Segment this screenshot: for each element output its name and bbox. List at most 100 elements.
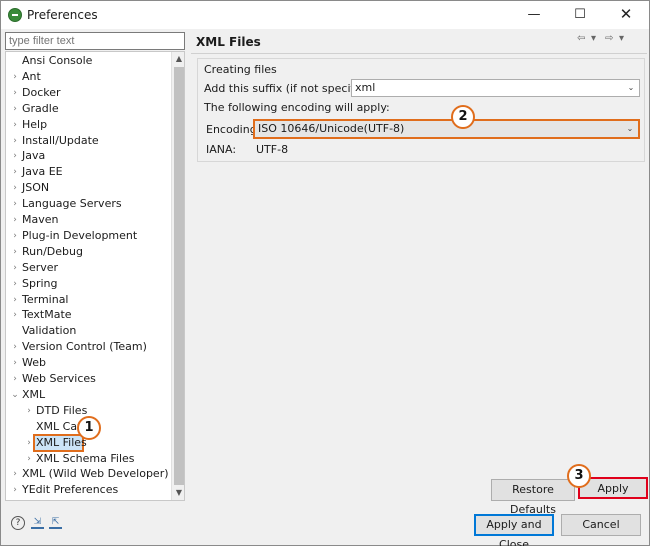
collapsed-chevron-icon[interactable]: › bbox=[10, 276, 20, 292]
scroll-down-arrow-icon[interactable]: ▼ bbox=[172, 486, 184, 500]
tree-item-label: TextMate bbox=[22, 308, 72, 322]
back-arrow-icon[interactable]: ⇦ bbox=[577, 33, 585, 44]
tree-item-label: Gradle bbox=[22, 101, 59, 115]
tree-item[interactable]: › Language Servers bbox=[6, 196, 170, 212]
page-title: XML Files bbox=[196, 35, 261, 49]
collapsed-chevron-icon[interactable]: › bbox=[10, 85, 20, 101]
tree-item[interactable]: › XML Schema Files bbox=[6, 451, 170, 467]
tree-item[interactable]: Validation bbox=[6, 323, 170, 339]
collapsed-chevron-icon[interactable]: › bbox=[10, 133, 20, 149]
apply-and-close-button[interactable]: Apply and Close bbox=[474, 514, 554, 546]
collapsed-chevron-icon[interactable]: › bbox=[10, 164, 20, 180]
tree-item[interactable]: › JSON bbox=[6, 180, 170, 196]
collapsed-chevron-icon[interactable]: › bbox=[10, 292, 20, 308]
tree-scrollbar[interactable]: ▲ ▼ bbox=[171, 52, 184, 500]
collapsed-chevron-icon[interactable]: › bbox=[10, 371, 20, 387]
collapsed-chevron-icon[interactable]: › bbox=[24, 403, 34, 419]
suffix-combo[interactable]: xml ⌄ bbox=[351, 79, 640, 97]
collapsed-chevron-icon[interactable]: › bbox=[10, 466, 20, 482]
iana-value: UTF-8 bbox=[256, 143, 289, 156]
tree-item[interactable]: › Server bbox=[6, 260, 170, 276]
tree-item-label: Maven bbox=[22, 213, 59, 226]
export-icon[interactable]: ⇱ bbox=[49, 517, 62, 529]
collapsed-chevron-icon[interactable]: › bbox=[10, 260, 20, 276]
tree-item[interactable]: › Maven bbox=[6, 212, 170, 228]
encoding-combo[interactable]: ISO 10646/Unicode(UTF-8) ⌄ bbox=[253, 119, 640, 139]
callout-2: 2 bbox=[451, 105, 475, 129]
tree-item[interactable]: › Docker bbox=[6, 85, 170, 101]
group-title: Creating files bbox=[204, 63, 277, 76]
help-icon[interactable]: ? bbox=[11, 516, 25, 530]
collapsed-chevron-icon[interactable]: › bbox=[10, 180, 20, 196]
collapsed-chevron-icon[interactable]: › bbox=[10, 196, 20, 212]
collapsed-chevron-icon[interactable]: › bbox=[10, 148, 20, 164]
tree-item[interactable]: › TextMate bbox=[6, 307, 170, 323]
tree-item-label: JSON bbox=[22, 181, 50, 195]
callout-1: 1 bbox=[77, 416, 101, 440]
collapsed-chevron-icon[interactable]: › bbox=[10, 101, 20, 117]
tree-item[interactable]: › Version Control (Team) bbox=[6, 339, 170, 355]
tree-item-label: Web bbox=[22, 356, 46, 370]
tree-item[interactable]: ⌄ XML bbox=[6, 387, 170, 403]
tree-item[interactable]: › Run/Debug bbox=[6, 244, 170, 260]
back-menu-chevron-icon[interactable]: ▾ bbox=[591, 33, 596, 44]
tree-item[interactable]: Ansi Console bbox=[6, 53, 170, 69]
tree-item[interactable]: › Install/Update bbox=[6, 133, 170, 149]
maximize-button[interactable]: ☐ bbox=[557, 1, 603, 29]
collapsed-chevron-icon[interactable]: › bbox=[10, 482, 20, 498]
forward-arrow-icon[interactable]: ⇨ bbox=[605, 33, 613, 44]
tree-item-label: Web Services bbox=[22, 372, 96, 385]
collapsed-chevron-icon[interactable]: › bbox=[10, 117, 20, 133]
tree-item-label: Plug-in Development bbox=[22, 228, 138, 242]
cancel-button[interactable]: Cancel bbox=[561, 514, 641, 536]
encoding-value: ISO 10646/Unicode(UTF-8) bbox=[258, 122, 405, 135]
iana-label: IANA: bbox=[206, 143, 237, 156]
collapsed-chevron-icon[interactable]: › bbox=[10, 228, 20, 244]
filter-input[interactable] bbox=[5, 32, 185, 50]
window-title: Preferences bbox=[27, 8, 98, 22]
collapsed-chevron-icon[interactable]: › bbox=[10, 355, 20, 371]
tree-item-label: XML (Wild Web Developer) bbox=[22, 467, 169, 481]
tree-item[interactable]: › YEdit Preferences bbox=[6, 482, 170, 498]
collapsed-chevron-icon[interactable]: › bbox=[10, 339, 20, 355]
tree-item-label: Version Control (Team) bbox=[22, 340, 147, 354]
tree-item-label: Run/Debug bbox=[22, 244, 83, 258]
title-bar: Preferences — ☐ ✕ bbox=[1, 1, 649, 29]
expanded-chevron-icon[interactable]: ⌄ bbox=[10, 387, 20, 403]
collapsed-chevron-icon[interactable]: › bbox=[24, 451, 34, 467]
tree-item-label: Server bbox=[22, 260, 59, 274]
scroll-up-arrow-icon[interactable]: ▲ bbox=[172, 52, 184, 66]
minimize-button[interactable]: — bbox=[511, 1, 557, 29]
collapsed-chevron-icon[interactable]: › bbox=[10, 307, 20, 323]
import-icon[interactable]: ⇲ bbox=[31, 517, 44, 529]
tree-item[interactable]: › Plug-in Development bbox=[6, 228, 170, 244]
tree-item[interactable]: › Terminal bbox=[6, 292, 170, 308]
collapsed-chevron-icon[interactable]: › bbox=[10, 244, 20, 260]
tree-item-label: Java bbox=[22, 149, 46, 163]
forward-menu-chevron-icon[interactable]: ▾ bbox=[619, 33, 624, 44]
scroll-thumb[interactable] bbox=[174, 67, 184, 485]
tree-item-label: Docker bbox=[22, 85, 61, 99]
tree-item[interactable]: › Gradle bbox=[6, 101, 170, 117]
tree-item-label: DTD Files bbox=[36, 403, 88, 417]
close-button[interactable]: ✕ bbox=[603, 1, 649, 29]
restore-defaults-button[interactable]: Restore Defaults bbox=[491, 479, 575, 516]
chevron-down-icon: ⌄ bbox=[627, 83, 635, 92]
tree-item-label: Ant bbox=[22, 69, 41, 83]
tree-item-label: Help bbox=[22, 117, 48, 131]
tree-item[interactable]: › Web Services bbox=[6, 371, 170, 387]
tree-item[interactable]: › Spring bbox=[6, 276, 170, 292]
tree-item-label: Validation bbox=[22, 324, 77, 338]
tree-item[interactable]: › Java EE bbox=[6, 164, 170, 180]
tree-item-label: Ansi Console bbox=[22, 54, 93, 67]
collapsed-chevron-icon[interactable]: › bbox=[10, 212, 20, 228]
tree-item[interactable]: › XML (Wild Web Developer) bbox=[6, 466, 170, 482]
tree-item[interactable]: › Web bbox=[6, 355, 170, 371]
tree-item-label: Spring bbox=[22, 276, 58, 290]
tree-item[interactable]: › Ant bbox=[6, 69, 170, 85]
tree-item-label: YEdit Preferences bbox=[22, 483, 119, 497]
eclipse-app-icon bbox=[8, 8, 22, 22]
tree-item[interactable]: › Help bbox=[6, 117, 170, 133]
tree-item[interactable]: › Java bbox=[6, 148, 170, 164]
collapsed-chevron-icon[interactable]: › bbox=[10, 69, 20, 85]
